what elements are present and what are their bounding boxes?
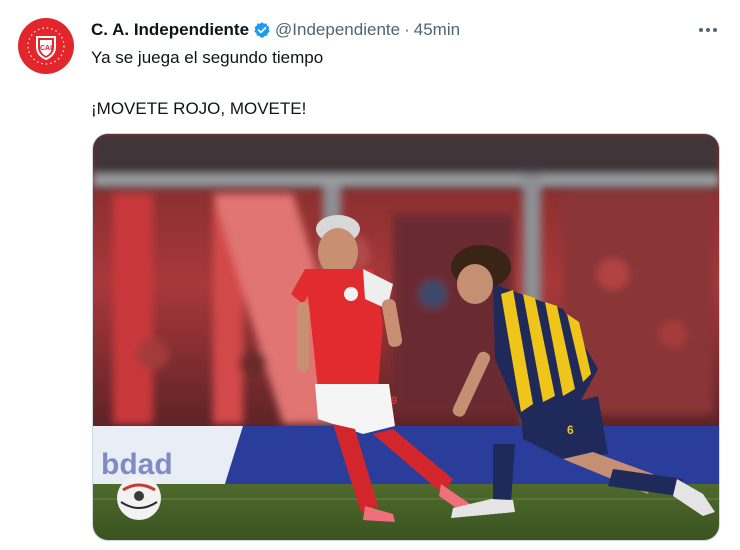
club-crest-icon: CAI xyxy=(27,27,65,65)
player-blue-number: 6 xyxy=(567,423,574,437)
tweet-header: C. A. Independiente @Independiente · 45m… xyxy=(91,19,460,41)
pitch-grass xyxy=(93,484,719,540)
player-red-number: 9 xyxy=(391,395,397,407)
user-handle[interactable]: @Independiente xyxy=(275,19,400,41)
tweet-text-line-1: Ya se juega el segundo tiempo xyxy=(91,48,324,67)
display-name[interactable]: C. A. Independiente xyxy=(91,19,249,41)
more-options-icon[interactable] xyxy=(696,18,720,42)
tweet-timestamp[interactable]: 45min xyxy=(414,19,460,41)
header-separator: · xyxy=(404,20,410,39)
avatar[interactable]: CAI xyxy=(18,18,74,74)
stadium-background xyxy=(93,134,719,434)
tweet-media-photo[interactable]: bdad 9 6 xyxy=(92,133,720,541)
football xyxy=(117,476,161,520)
tweet-text-line-2: ¡MOVETE ROJO, MOVETE! xyxy=(91,99,307,118)
avatar-crest-letters: CAI xyxy=(40,45,52,52)
ad-board-text: bdad xyxy=(101,448,173,481)
verified-badge-icon xyxy=(253,21,271,39)
tweet-card[interactable]: CAI C. A. Independiente @Independiente ·… xyxy=(0,0,740,550)
